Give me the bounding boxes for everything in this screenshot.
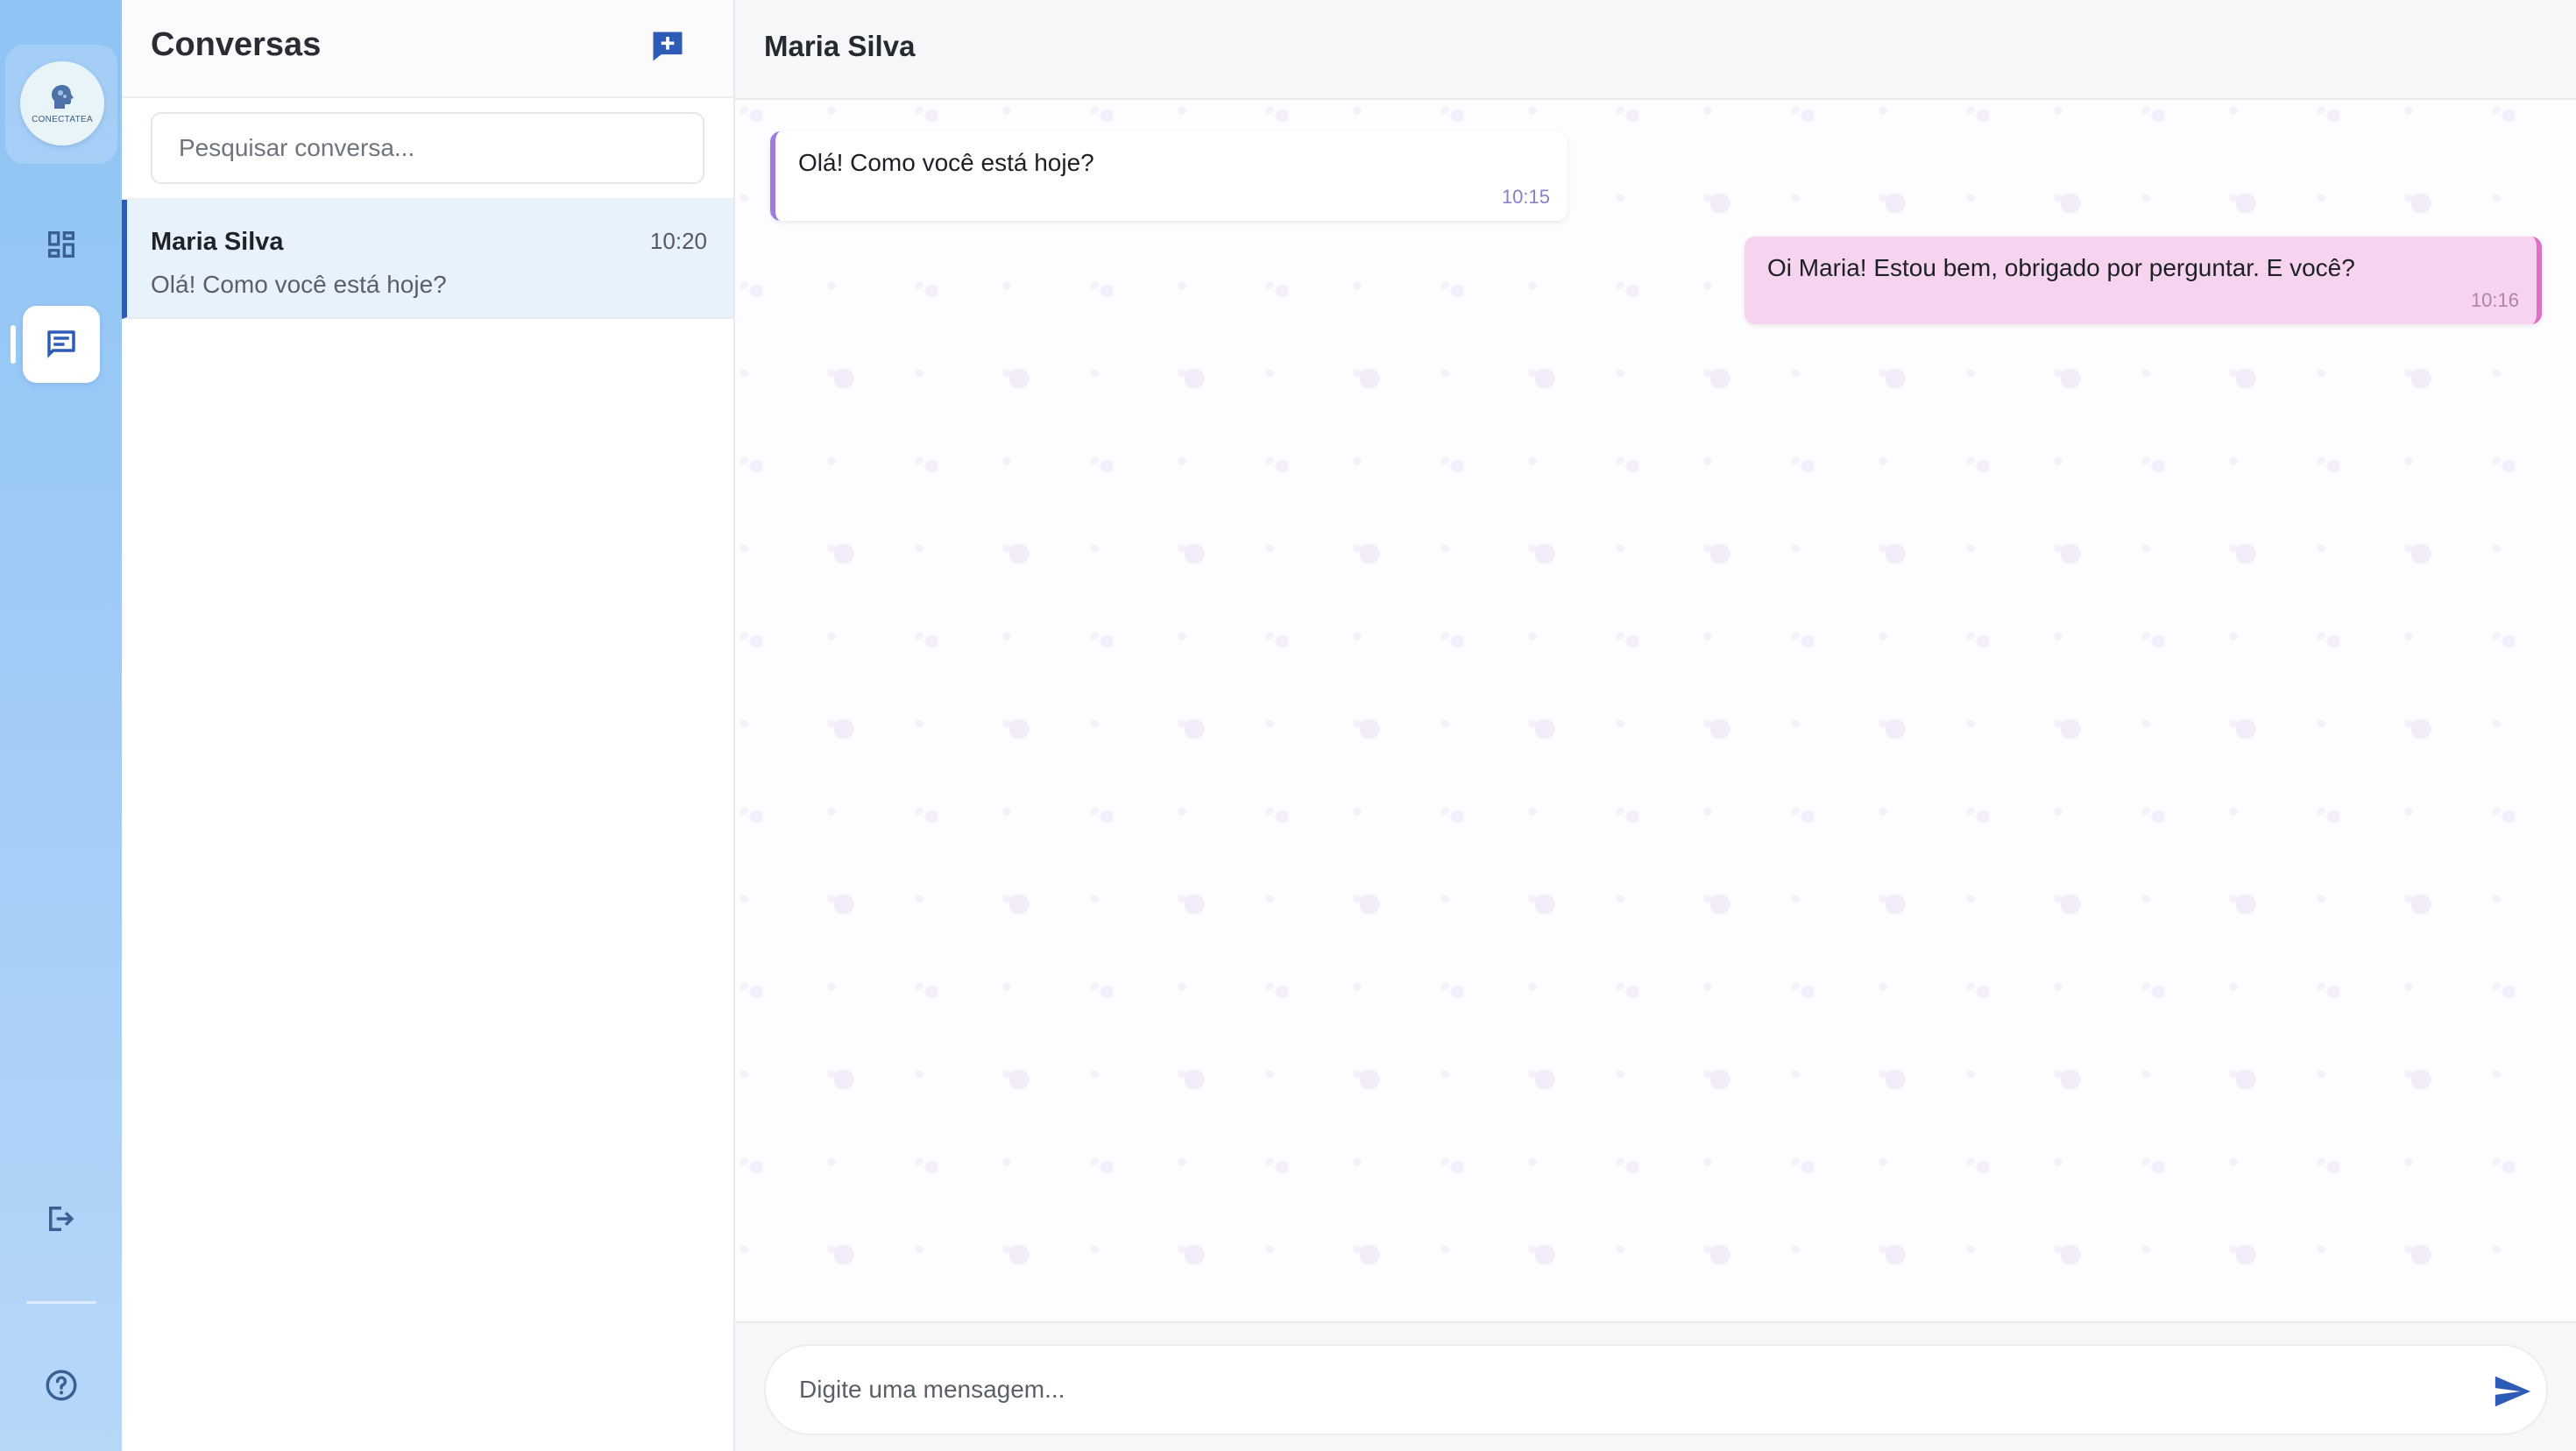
message-time: 10:16 (2470, 289, 2519, 311)
message-input-container (764, 1344, 2548, 1435)
list-header: Conversas (122, 0, 733, 98)
search-container (122, 98, 733, 200)
conversation-item[interactable]: Maria Silva 10:20 Olá! Como você está ho… (122, 200, 733, 319)
message-outgoing: Oi Maria! Estou bem, obrigado por pergun… (1744, 237, 2542, 324)
logo-container[interactable]: CONECTATEA (5, 45, 117, 164)
conversation-name: Maria Silva (151, 228, 284, 256)
conversation-time: 10:20 (649, 228, 707, 254)
nav-help[interactable] (23, 1347, 100, 1424)
message-input-bar (735, 1321, 2576, 1451)
list-title: Conversas (151, 26, 322, 63)
rail-divider (26, 1301, 96, 1304)
message-incoming: Olá! Como você está hoje? 10:15 (770, 131, 1568, 221)
chat-title: Maria Silva (764, 30, 916, 62)
app-logo: CONECTATEA (20, 61, 104, 145)
send-icon (2495, 1376, 2531, 1407)
nav-dashboard[interactable] (23, 206, 100, 283)
active-indicator (11, 325, 16, 364)
app-root: CONECTATEA Conversas Pesquisar conversa.… (0, 0, 2576, 1451)
send-button[interactable] (2491, 1370, 2533, 1412)
new-chat-icon (653, 32, 683, 61)
conversation-list-panel: Conversas Maria Silva 10:20 Olá! Como vo… (122, 0, 735, 1451)
nav-rail: CONECTATEA (0, 0, 122, 1451)
chat-area: Maria Silva Olá! Como você está hoje? 10… (735, 0, 2576, 1451)
dashboard-icon (48, 231, 74, 258)
search-input[interactable] (151, 112, 704, 184)
message-text: Oi Maria! Estou bem, obrigado por pergun… (1767, 254, 2355, 281)
message-text: Olá! Como você está hoje? (798, 149, 1094, 176)
message-time: 10:15 (1501, 186, 1550, 208)
new-chat-button[interactable] (648, 26, 688, 67)
logout-icon (49, 1207, 74, 1231)
logo-text: CONECTATEA (32, 114, 93, 124)
chat-icon (47, 330, 75, 358)
message-input[interactable] (799, 1346, 2464, 1433)
nav-chats[interactable] (23, 306, 100, 383)
conversation-preview: Olá! Como você está hoje? (151, 271, 447, 298)
message-list: Olá! Como você está hoje? 10:15 Oi Maria… (735, 100, 2576, 1321)
brain-head-icon (52, 84, 74, 109)
nav-logout[interactable] (23, 1180, 100, 1257)
help-icon (46, 1370, 77, 1401)
chat-header: Maria Silva (735, 0, 2576, 100)
